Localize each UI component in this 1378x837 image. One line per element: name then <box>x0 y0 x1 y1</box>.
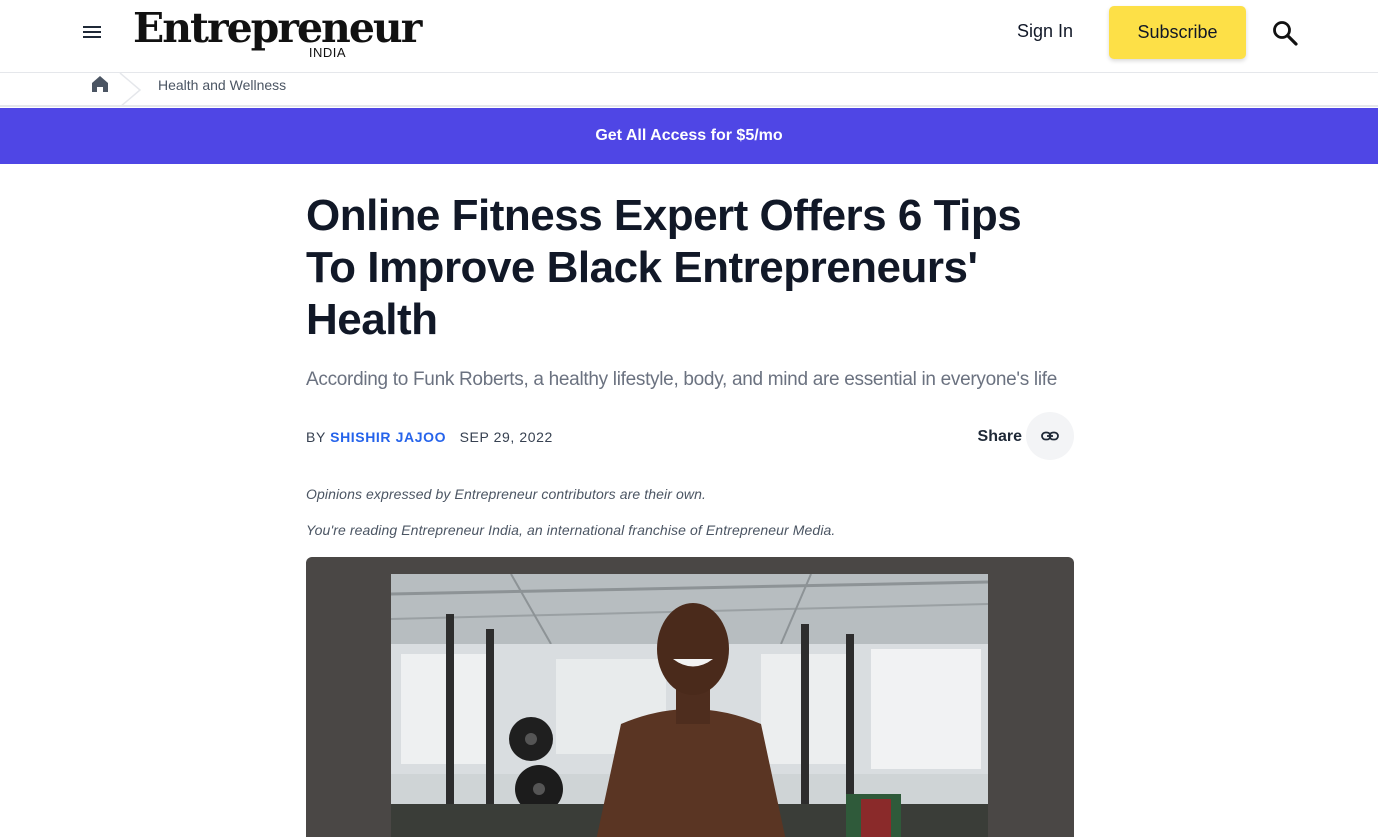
byline-prefix: BY <box>306 429 326 445</box>
sign-in-link[interactable]: Sign In <box>1017 21 1073 42</box>
hamburger-menu-icon[interactable] <box>83 24 105 44</box>
hero-photo <box>391 574 988 837</box>
publish-date: SEP 29, 2022 <box>459 429 553 445</box>
logo-edition: INDIA <box>308 45 346 60</box>
chevron-right-icon <box>119 73 142 107</box>
link-icon[interactable] <box>1026 412 1074 460</box>
search-icon[interactable] <box>1270 18 1300 48</box>
share-label: Share <box>977 428 1022 445</box>
promo-banner: Get All Access for $5/mo <box>0 108 1378 164</box>
author-link[interactable]: SHISHIR JAJOO <box>330 429 446 445</box>
site-header: Entrepreneur INDIA Sign In Subscribe <box>0 0 1378 73</box>
article-headline: Online Fitness Expert Offers 6 Tips To I… <box>306 191 1022 344</box>
home-icon[interactable] <box>80 73 120 105</box>
site-logo[interactable]: Entrepreneur INDIA <box>133 6 422 62</box>
subscribe-button[interactable]: Subscribe <box>1109 6 1246 59</box>
article-subheadline: According to Funk Roberts, a healthy lif… <box>306 369 1058 390</box>
hero-image-frame <box>306 557 1074 837</box>
breadcrumb-item-health-and-wellness[interactable]: Health and Wellness <box>158 77 286 93</box>
logo-wordmark: Entrepreneur <box>133 4 422 52</box>
article: Online Fitness Expert Offers 6 Tips To I… <box>306 190 1074 538</box>
contributor-disclaimer: Opinions expressed by Entrepreneur contr… <box>306 486 706 502</box>
byline: BY SHISHIR JAJOO SEP 29, 2022 <box>306 429 553 445</box>
byline-row: BY SHISHIR JAJOO SEP 29, 2022 Share <box>306 412 1074 462</box>
breadcrumb: Health and Wellness <box>0 73 1378 107</box>
all-access-offer-link[interactable]: Get All Access for $5/mo <box>595 127 782 145</box>
franchise-disclaimer: You're reading Entrepreneur India, an in… <box>306 522 836 538</box>
